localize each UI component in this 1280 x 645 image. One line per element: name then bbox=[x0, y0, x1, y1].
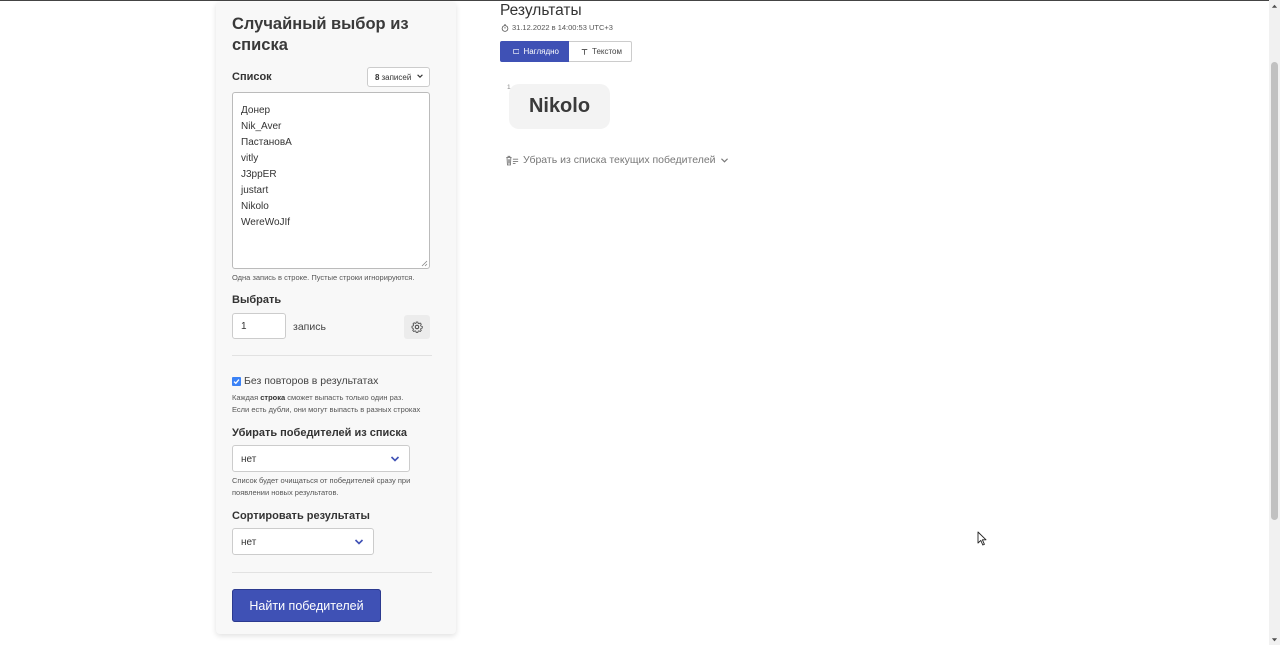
remove-winners-value: нет bbox=[241, 454, 257, 465]
find-winners-button[interactable]: Найти победителей bbox=[232, 589, 381, 622]
resize-handle-icon[interactable] bbox=[421, 260, 428, 267]
tab-text[interactable]: Текстом bbox=[569, 41, 632, 62]
chevron-down-icon bbox=[390, 456, 400, 462]
text-icon bbox=[581, 48, 588, 55]
sort-select[interactable]: нет bbox=[232, 528, 374, 555]
chevron-down-icon bbox=[354, 539, 364, 545]
list-entry: J3ppER bbox=[241, 169, 277, 180]
tab-visual[interactable]: Наглядно bbox=[500, 41, 569, 62]
list-entry: vitly bbox=[241, 153, 259, 164]
sort-value: нет bbox=[241, 537, 257, 548]
pick-unit-label: запись bbox=[293, 321, 326, 333]
gear-icon bbox=[411, 321, 423, 333]
results-timestamp: 31.12.2022 в 14:00:53 UTC+3 bbox=[501, 23, 613, 32]
entries-textarea[interactable]: Донер Nik_Aver ПастановA vitly J3ppER justart… bbox=[232, 92, 430, 269]
trash-list-icon bbox=[506, 155, 519, 165]
section-divider bbox=[232, 572, 432, 573]
chevron-down-icon bbox=[417, 74, 423, 78]
list-label: Список bbox=[232, 71, 272, 83]
sort-label: Сортировать результаты bbox=[232, 510, 370, 522]
top-border bbox=[0, 0, 1280, 1]
scroll-up-arrow-icon[interactable] bbox=[1271, 3, 1278, 9]
no-repeat-label: Без повторов в результатах bbox=[244, 375, 379, 387]
section-divider bbox=[232, 355, 432, 356]
remove-winners-label: Убирать победителей из списка bbox=[232, 427, 408, 439]
list-entry: Донер bbox=[241, 105, 271, 116]
list-entry: WereWoJIf bbox=[241, 217, 291, 228]
pick-label: Выбрать bbox=[232, 294, 282, 306]
mouse-cursor-icon bbox=[977, 531, 987, 546]
remove-current-winners-link[interactable]: Убрать из списка текущих победителей bbox=[505, 154, 729, 166]
list-hint: Одна запись в строке. Пустые строки игно… bbox=[232, 273, 415, 282]
chevron-down-icon bbox=[720, 157, 728, 163]
scrollbar-thumb[interactable] bbox=[1271, 62, 1278, 520]
remove-winners-select[interactable]: нет bbox=[232, 445, 410, 472]
random-picker-card: Случайный выбор из списка Список 8 запис… bbox=[216, 2, 456, 634]
pick-count-input[interactable]: 1 bbox=[232, 313, 286, 339]
results-view-tabs: Наглядно Текстом bbox=[500, 41, 632, 62]
remove-winners-hint: Список будет очищаться от победителей ср… bbox=[232, 476, 411, 497]
list-entry: justart bbox=[241, 185, 269, 196]
settings-button[interactable] bbox=[404, 315, 430, 339]
no-repeat-hint: Каждая строка сможет выпасть только один… bbox=[232, 393, 421, 414]
winner-card: Nikolo bbox=[509, 84, 610, 129]
card-title: Случайный выбор из списка bbox=[232, 15, 409, 55]
stopwatch-icon bbox=[501, 23, 509, 32]
no-repeat-checkbox[interactable] bbox=[232, 377, 241, 386]
winner-index: 1 bbox=[507, 84, 511, 91]
entries-count-dropdown[interactable]: 8 записей bbox=[367, 67, 430, 87]
check-icon bbox=[233, 379, 240, 385]
scroll-down-arrow-icon[interactable] bbox=[1271, 637, 1278, 643]
entries-unit: записей bbox=[381, 72, 412, 82]
list-entry: Nik_Aver bbox=[241, 121, 282, 132]
list-entry: Nikolo bbox=[241, 201, 269, 212]
entries-count: 8 bbox=[375, 72, 380, 82]
list-entry: ПастановA bbox=[241, 137, 292, 148]
results-title: Результаты bbox=[500, 2, 582, 19]
display-icon bbox=[513, 49, 520, 54]
